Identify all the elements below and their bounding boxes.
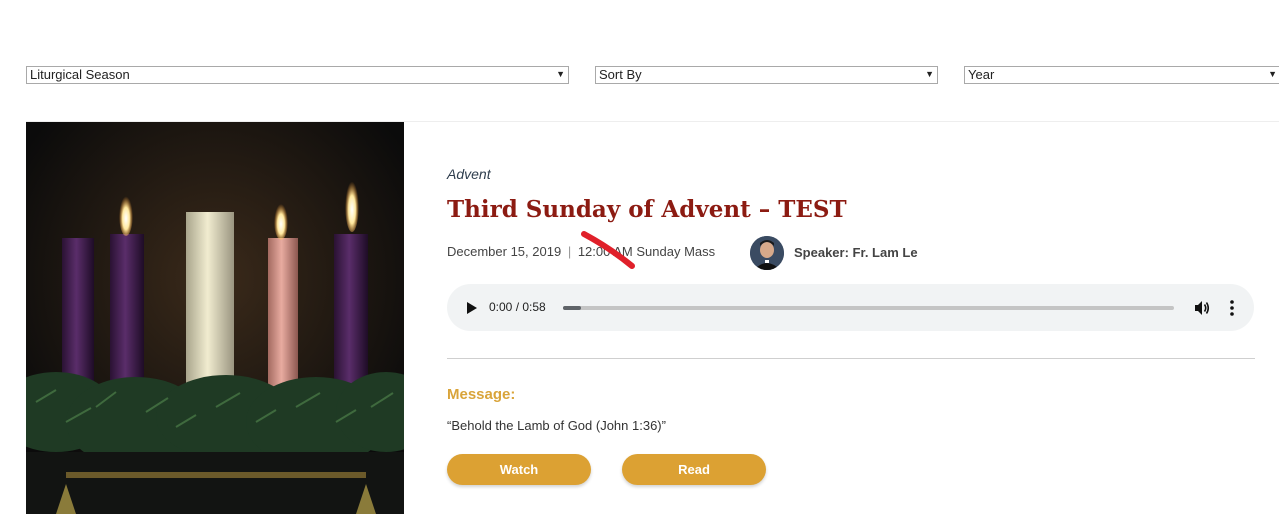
audio-player: 0:00 / 0:58 bbox=[447, 284, 1254, 331]
sermon-date: December 15, 2019 bbox=[447, 244, 562, 259]
year-select[interactable]: Year ▼ bbox=[964, 66, 1279, 84]
read-button[interactable]: Read bbox=[622, 454, 766, 485]
year-select-value: Year bbox=[968, 67, 995, 82]
chevron-down-icon: ▼ bbox=[556, 69, 565, 79]
advent-candles-image bbox=[26, 122, 404, 514]
divider bbox=[447, 358, 1255, 359]
meta-separator: | bbox=[567, 244, 572, 259]
volume-icon[interactable] bbox=[1194, 300, 1210, 316]
chevron-down-icon: ▼ bbox=[925, 69, 934, 79]
watch-button[interactable]: Watch bbox=[447, 454, 591, 485]
sermon-thumbnail[interactable] bbox=[26, 122, 404, 514]
speaker-name[interactable]: Speaker: Fr. Lam Le bbox=[794, 245, 918, 260]
liturgical-season-label: Advent bbox=[447, 166, 491, 182]
audio-progress-fill bbox=[563, 306, 582, 310]
play-icon[interactable] bbox=[466, 301, 478, 315]
speaker-avatar-icon bbox=[750, 236, 784, 270]
sermon-meta: December 15, 2019 | 12:00 AM Sunday Mass bbox=[447, 244, 715, 259]
sermon-title[interactable]: Third Sunday of Advent – TEST bbox=[447, 196, 847, 223]
audio-seek-bar[interactable] bbox=[563, 306, 1174, 310]
sermon-card: Advent Third Sunday of Advent – TEST Dec… bbox=[26, 121, 1279, 514]
more-vert-icon[interactable] bbox=[1224, 299, 1240, 317]
message-text: “Behold the Lamb of God (John 1:36)” bbox=[447, 418, 666, 433]
sort-by-select-value: Sort By bbox=[599, 67, 642, 82]
sermon-time-service: 12:00 AM Sunday Mass bbox=[577, 244, 716, 259]
liturgical-season-select[interactable]: Liturgical Season ▼ bbox=[26, 66, 569, 84]
message-label: Message: bbox=[447, 386, 516, 403]
audio-time: 0:00 / 0:58 bbox=[489, 300, 546, 314]
chevron-down-icon: ▼ bbox=[1268, 69, 1277, 79]
sort-by-select[interactable]: Sort By ▼ bbox=[595, 66, 938, 84]
avatar bbox=[750, 236, 784, 270]
liturgical-season-select-value: Liturgical Season bbox=[30, 67, 130, 82]
